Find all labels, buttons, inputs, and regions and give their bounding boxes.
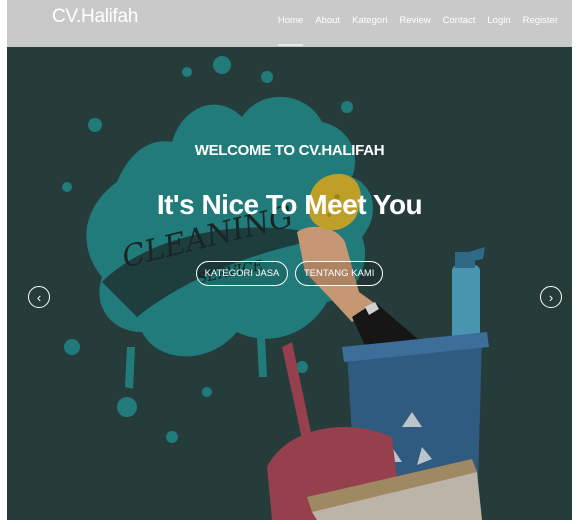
nav-register[interactable]: Register (517, 14, 564, 44)
chevron-right-icon: › (548, 289, 554, 305)
navbar: CV.Halifah Home About Kategori Review Co… (7, 0, 572, 47)
nav-menu: Home About Kategori Review Contact Login… (272, 14, 564, 46)
nav-review[interactable]: Review (393, 14, 436, 44)
hero-subheading: WELCOME TO CV.HALIFAH (194, 142, 385, 159)
nav-contact[interactable]: Contact (437, 14, 482, 44)
hero-heading: It's Nice To Meet You (156, 189, 423, 220)
chevron-left-icon: ‹ (36, 289, 42, 305)
carousel-prev-button[interactable]: ‹ (28, 286, 50, 308)
page: CV.Halifah Home About Kategori Review Co… (7, 0, 572, 520)
nav-kategori[interactable]: Kategori (346, 14, 393, 44)
tentang-kami-button[interactable]: TENTANG KAMI (294, 261, 384, 286)
nav-login[interactable]: Login (481, 14, 516, 44)
nav-about[interactable]: About (309, 14, 346, 44)
kategori-jasa-button[interactable]: KATEGORI JASA (195, 261, 289, 286)
hero-carousel: CLEANING SERVICE WELCOME TO CV.HALIFAH I… (7, 47, 572, 520)
hero-buttons: KATEGORI JASA TENTANG KAMI (7, 261, 572, 286)
brand-logo[interactable]: CV.Halifah (52, 6, 138, 28)
nav-home[interactable]: Home (272, 14, 309, 46)
carousel-next-button[interactable]: › (540, 286, 562, 308)
